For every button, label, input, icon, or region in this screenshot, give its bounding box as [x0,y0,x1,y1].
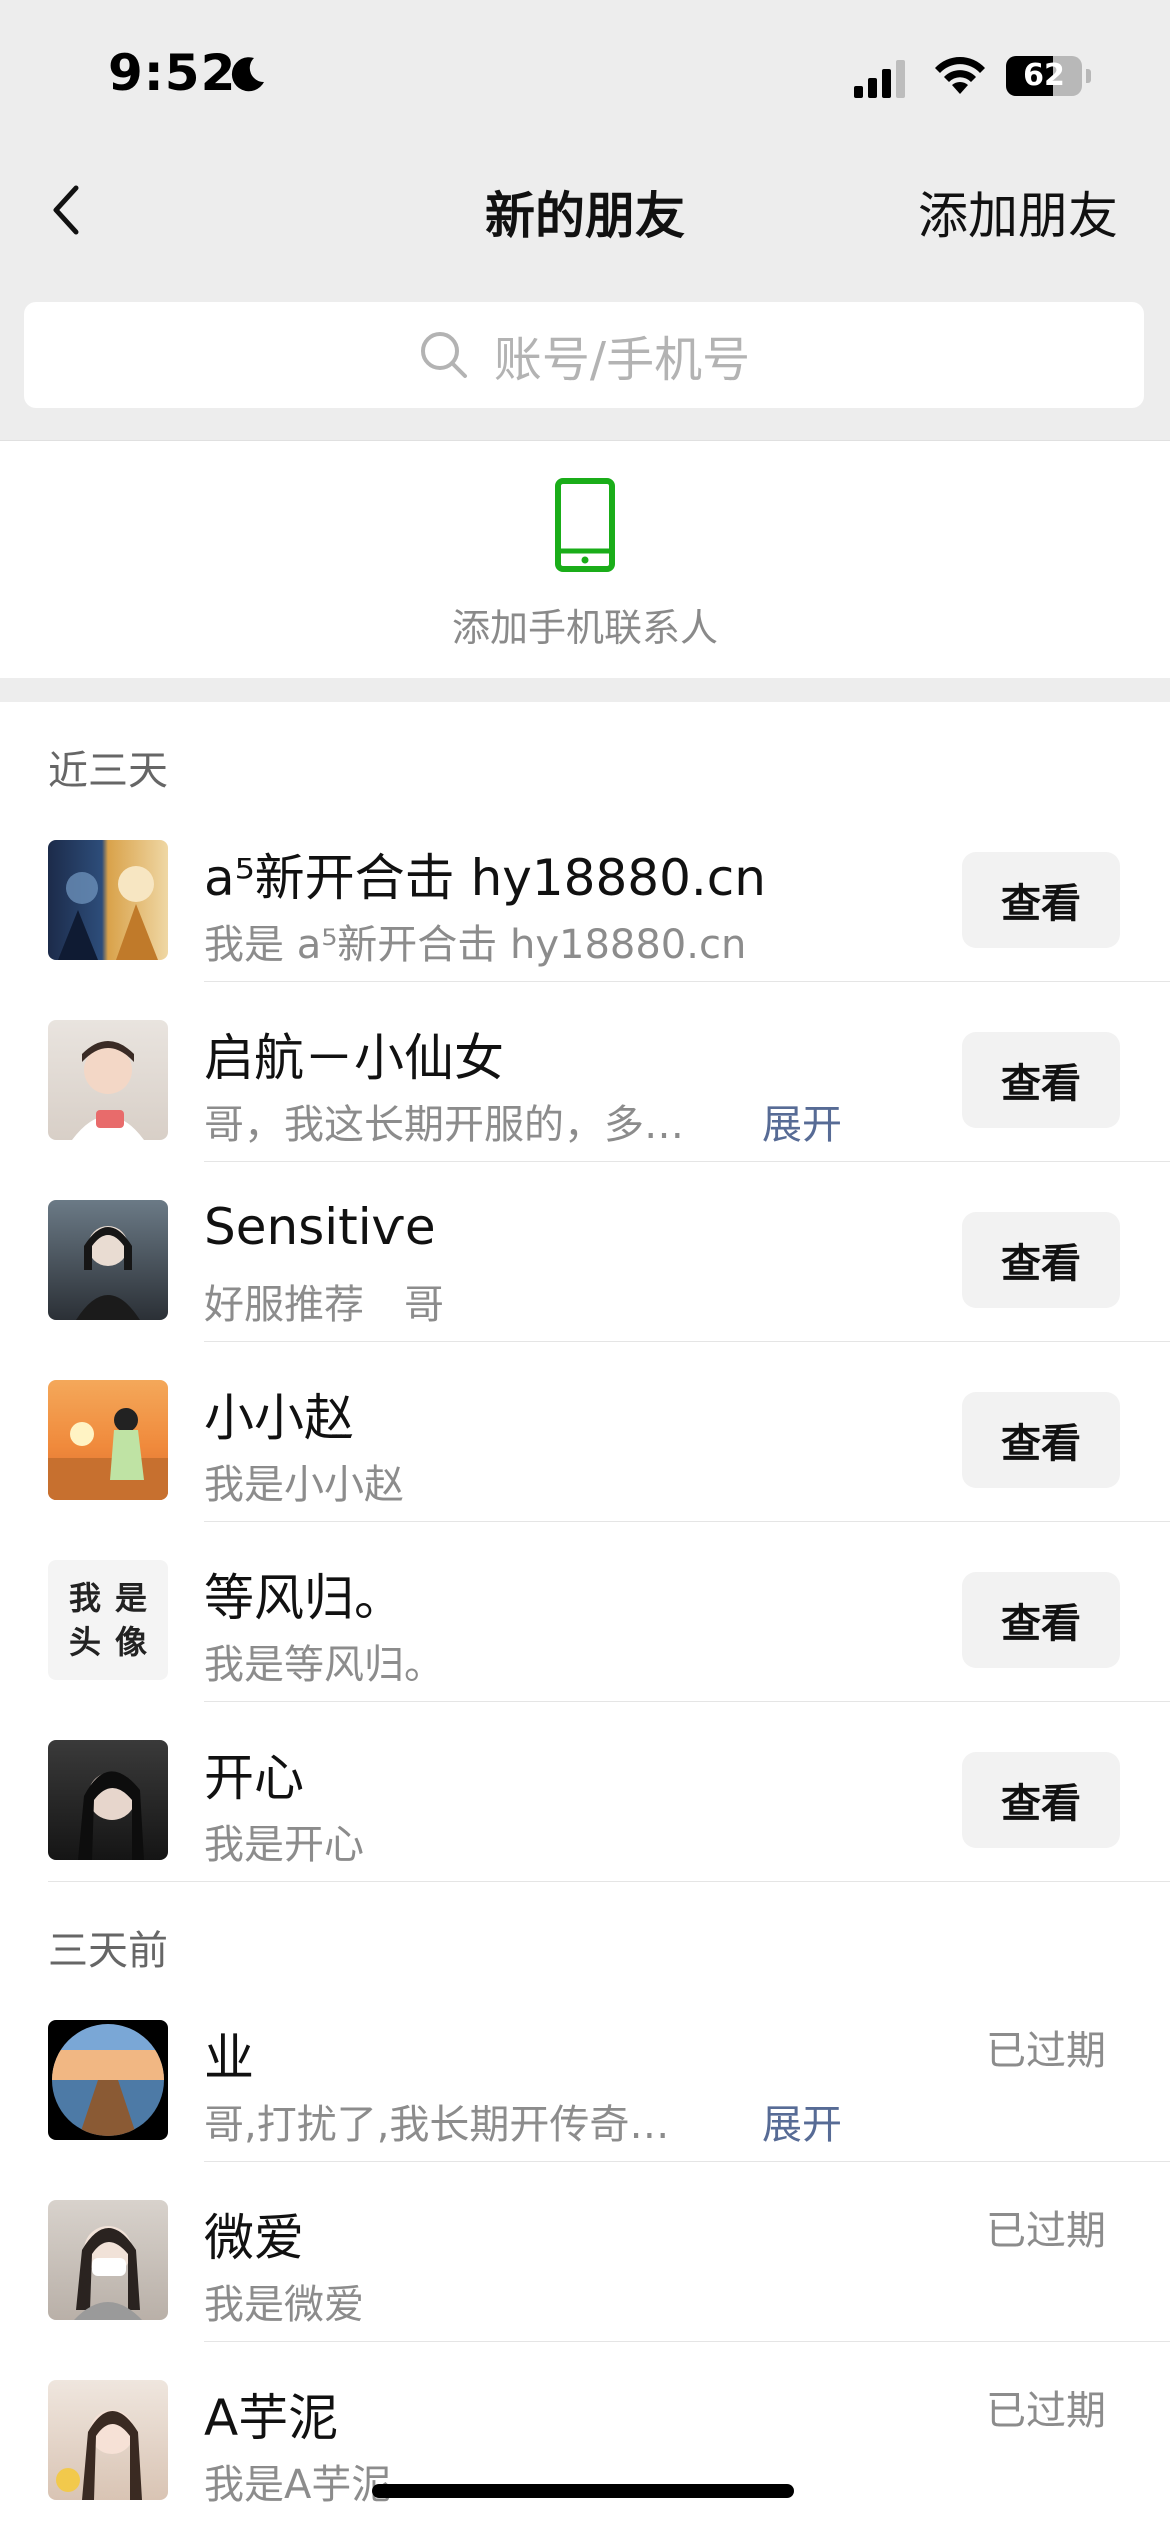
view-button[interactable]: 查看 [962,1212,1120,1308]
view-button[interactable]: 查看 [962,852,1120,948]
list-item[interactable]: 开心 我是开心 查看 [0,1702,1170,1882]
avatar [48,2020,168,2140]
list-item[interactable]: a⁵新开合击 hy18880.cn 我是 a⁵新开合击 hy18880.cn 查… [0,802,1170,982]
view-button[interactable]: 查看 [962,1572,1120,1668]
request-message: 我是微爱 [204,2282,364,2328]
list-item[interactable]: Sensitiѵe 好服推荐 哥 查看 [0,1162,1170,1342]
avatar [48,2380,168,2500]
view-button[interactable]: 查看 [962,1032,1120,1128]
nav-bar: 新的朋友 添加朋友 [0,140,1170,280]
request-name: 开心 [204,1749,304,1807]
view-button[interactable]: 查看 [962,1392,1120,1488]
avatar [48,840,168,960]
add-phone-contacts-label: 添加手机联系人 [451,606,718,650]
request-name: 启航－小仙女 [204,1029,504,1087]
list-item[interactable]: 小小赵 我是小小赵 查看 [0,1342,1170,1522]
search-placeholder: 账号/手机号 [493,332,751,388]
add-phone-contacts-button[interactable]: 添加手机联系人 [0,440,1170,678]
home-indicator [372,2484,794,2498]
expand-link[interactable]: 展开 [762,1092,842,1150]
request-message: 我是开心 [204,1822,364,1868]
battery-indicator: 62 [1006,56,1091,96]
view-button[interactable]: 查看 [962,1752,1120,1848]
list-item[interactable]: 我 是 头 像 等风归。 我是等风归。 查看 [0,1522,1170,1702]
request-message: 好服推荐 哥 [204,1282,444,1328]
friend-request-list: 近三天 a⁵新开合击 hy18880.cn 我是 a⁵新开合击 hy18880.… [0,702,1170,2532]
request-message: 哥,打扰了,我长期开传奇… [204,2102,670,2148]
expand-link[interactable]: 展开 [762,2092,842,2150]
request-name: A芋泥 [204,2389,339,2447]
request-name: 微爱 [204,2209,304,2267]
status-bar: 9:52 62 [0,0,1170,140]
expired-status: 已过期 [986,2028,1106,2074]
search-input[interactable]: 账号/手机号 [24,302,1144,408]
list-item[interactable]: 微爱 我是微爱 已过期 [0,2162,1170,2342]
request-name: 小小赵 [204,1389,354,1447]
avatar: 我 是 头 像 [48,1560,168,1680]
add-friend-button[interactable]: 添加朋友 [918,176,1118,248]
status-time: 9:52 [108,44,237,102]
list-item[interactable]: 业 哥,打扰了,我长期开传奇… 展开 已过期 [0,1982,1170,2162]
request-name: 业 [204,2029,254,2087]
request-message: 我是小小赵 [204,1462,404,1508]
section-header-recent: 近三天 [48,748,168,794]
wifi-icon [935,57,985,94]
expired-status: 已过期 [986,2208,1106,2254]
request-name: 等风归。 [204,1569,404,1627]
avatar [48,1200,168,1320]
search-icon [420,332,467,378]
request-message: 哥，我这长期开服的，多… [204,1102,684,1148]
battery-percent: 62 [1023,58,1065,93]
request-message: 我是A芋泥 [204,2462,392,2508]
expired-status: 已过期 [986,2388,1106,2434]
phone-icon [555,478,615,572]
cellular-signal-icon [854,60,905,98]
moon-icon [231,57,264,92]
request-message: 我是 a⁵新开合击 hy18880.cn [204,922,747,968]
avatar [48,1380,168,1500]
request-message: 我是等风归。 [204,1642,444,1688]
avatar [48,1020,168,1140]
section-header-older: 三天前 [48,1928,168,1974]
list-item[interactable]: 启航－小仙女 哥，我这长期开服的，多… 展开 查看 [0,982,1170,1162]
request-name: a⁵新开合击 hy18880.cn [204,849,766,907]
request-name: Sensitiѵe [204,1198,436,1256]
avatar [48,1740,168,1860]
avatar [48,2200,168,2320]
